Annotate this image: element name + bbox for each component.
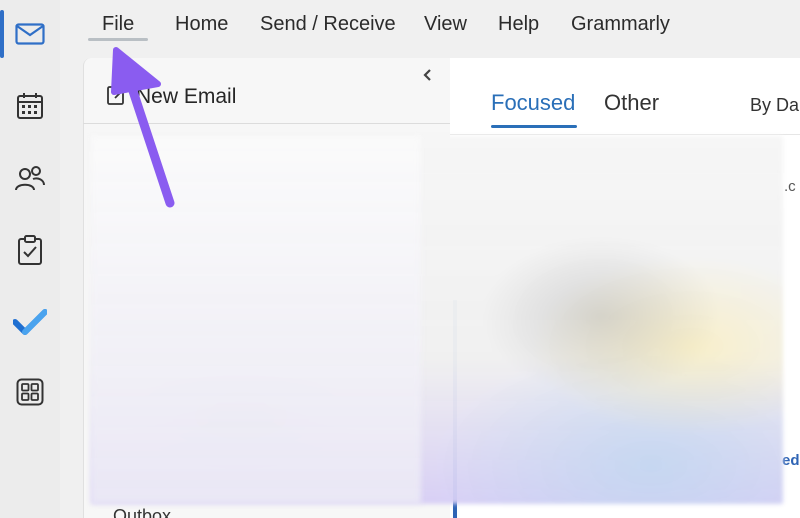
menu-view[interactable]: View [424, 13, 467, 36]
rail-active-indicator [0, 10, 4, 58]
app-rail [0, 0, 60, 518]
tab-focused[interactable]: Focused [491, 90, 575, 116]
apps-grid-icon[interactable] [8, 370, 52, 414]
menu-file[interactable]: File [102, 13, 134, 36]
folder-outbox[interactable]: Outbox [113, 506, 171, 518]
list-divider [450, 134, 800, 135]
menu-home[interactable]: Home [175, 13, 228, 36]
mail-icon[interactable] [8, 12, 52, 56]
message-sender-fragment: ed [782, 452, 800, 469]
pointer-arrow-annotation [100, 40, 190, 220]
menu-send-receive[interactable]: Send / Receive [260, 13, 396, 36]
clipboard-check-icon[interactable] [8, 228, 52, 272]
sort-by-label[interactable]: By Da [750, 95, 799, 116]
chevron-left-icon[interactable] [421, 64, 435, 86]
menu-grammarly[interactable]: Grammarly [571, 13, 670, 36]
calendar-icon[interactable] [8, 84, 52, 128]
people-icon[interactable] [8, 156, 52, 200]
menu-help[interactable]: Help [498, 13, 539, 36]
message-preview-fragment: .c [784, 178, 796, 195]
todo-check-icon[interactable] [8, 300, 52, 344]
tab-focused-underline [491, 125, 577, 128]
tab-other[interactable]: Other [604, 90, 659, 116]
